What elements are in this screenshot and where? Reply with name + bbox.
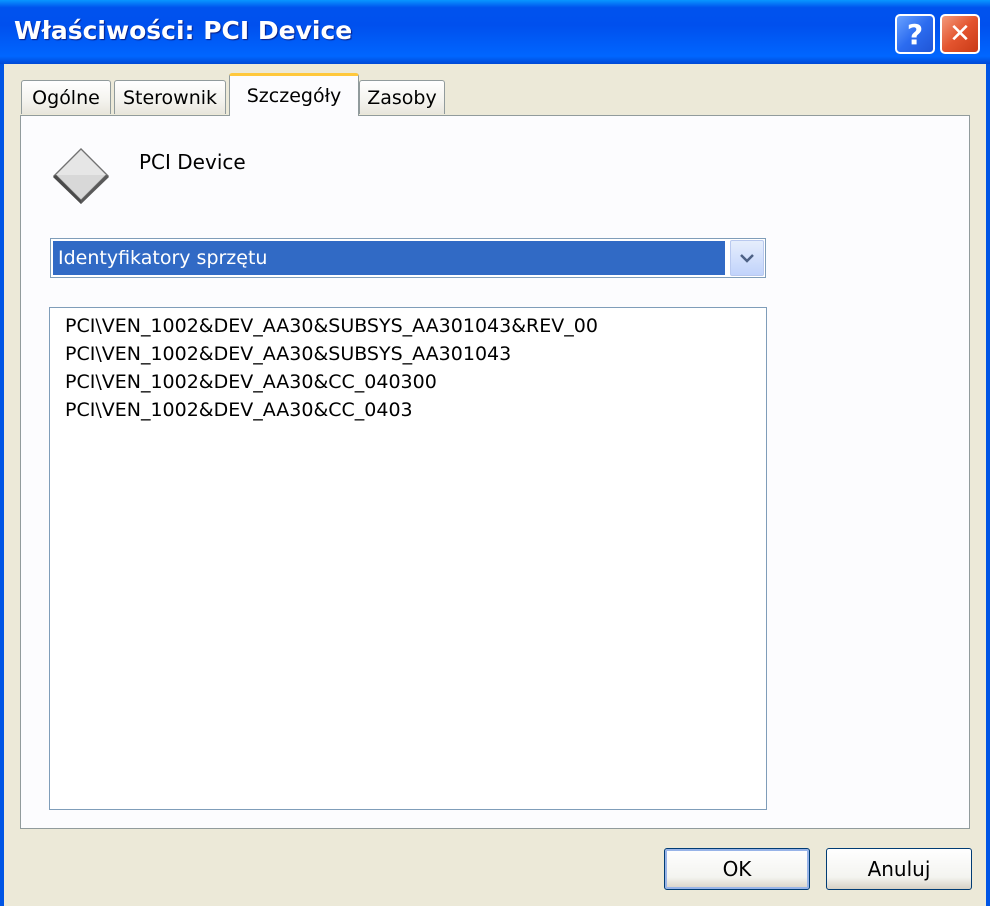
property-dropdown-value: Identyfikatory sprzętu xyxy=(53,241,725,275)
device-name: PCI Device xyxy=(139,150,246,174)
list-item[interactable]: PCI\VEN_1002&DEV_AA30&CC_040300 xyxy=(65,368,766,396)
tab-label: Szczegóły xyxy=(246,85,342,107)
tab-label: Sterownik xyxy=(122,86,218,109)
cancel-button-label: Anuluj xyxy=(867,857,931,881)
title-bar[interactable]: Właściwości: PCI Device ? ✕ xyxy=(0,0,990,64)
cancel-button[interactable]: Anuluj xyxy=(826,848,972,890)
help-button[interactable]: ? xyxy=(895,14,935,54)
window-frame-left xyxy=(0,64,4,906)
ok-button-label: OK xyxy=(722,857,752,881)
tab-details[interactable]: Szczegóły xyxy=(229,73,359,116)
tab-label: Ogólne xyxy=(32,86,100,109)
tab-label: Zasoby xyxy=(367,86,437,109)
list-item[interactable]: PCI\VEN_1002&DEV_AA30&SUBSYS_AA301043 xyxy=(65,340,766,368)
tab-driver[interactable]: Sterownik xyxy=(114,80,226,114)
window-title: Właściwości: PCI Device xyxy=(14,16,353,45)
close-icon: ✕ xyxy=(949,19,971,49)
ok-button[interactable]: OK xyxy=(664,848,810,890)
pci-device-icon xyxy=(51,146,111,206)
property-dropdown[interactable]: Identyfikatory sprzętu xyxy=(50,238,766,278)
properties-dialog: Właściwości: PCI Device ? ✕ Ogólne Stero… xyxy=(0,0,990,906)
list-item[interactable]: PCI\VEN_1002&DEV_AA30&CC_0403 xyxy=(65,396,766,424)
property-values-list[interactable]: PCI\VEN_1002&DEV_AA30&SUBSYS_AA301043&RE… xyxy=(49,307,767,810)
chevron-down-icon xyxy=(740,254,754,263)
details-panel: PCI Device Identyfikatory sprzętu PCI\VE… xyxy=(20,115,970,829)
tab-general[interactable]: Ogólne xyxy=(21,80,111,114)
close-button[interactable]: ✕ xyxy=(940,14,980,54)
dropdown-arrow-button[interactable] xyxy=(730,240,764,276)
window-frame-right xyxy=(986,64,990,906)
list-item[interactable]: PCI\VEN_1002&DEV_AA30&SUBSYS_AA301043&RE… xyxy=(65,312,766,340)
help-icon: ? xyxy=(906,17,924,51)
tab-resources[interactable]: Zasoby xyxy=(359,80,445,114)
